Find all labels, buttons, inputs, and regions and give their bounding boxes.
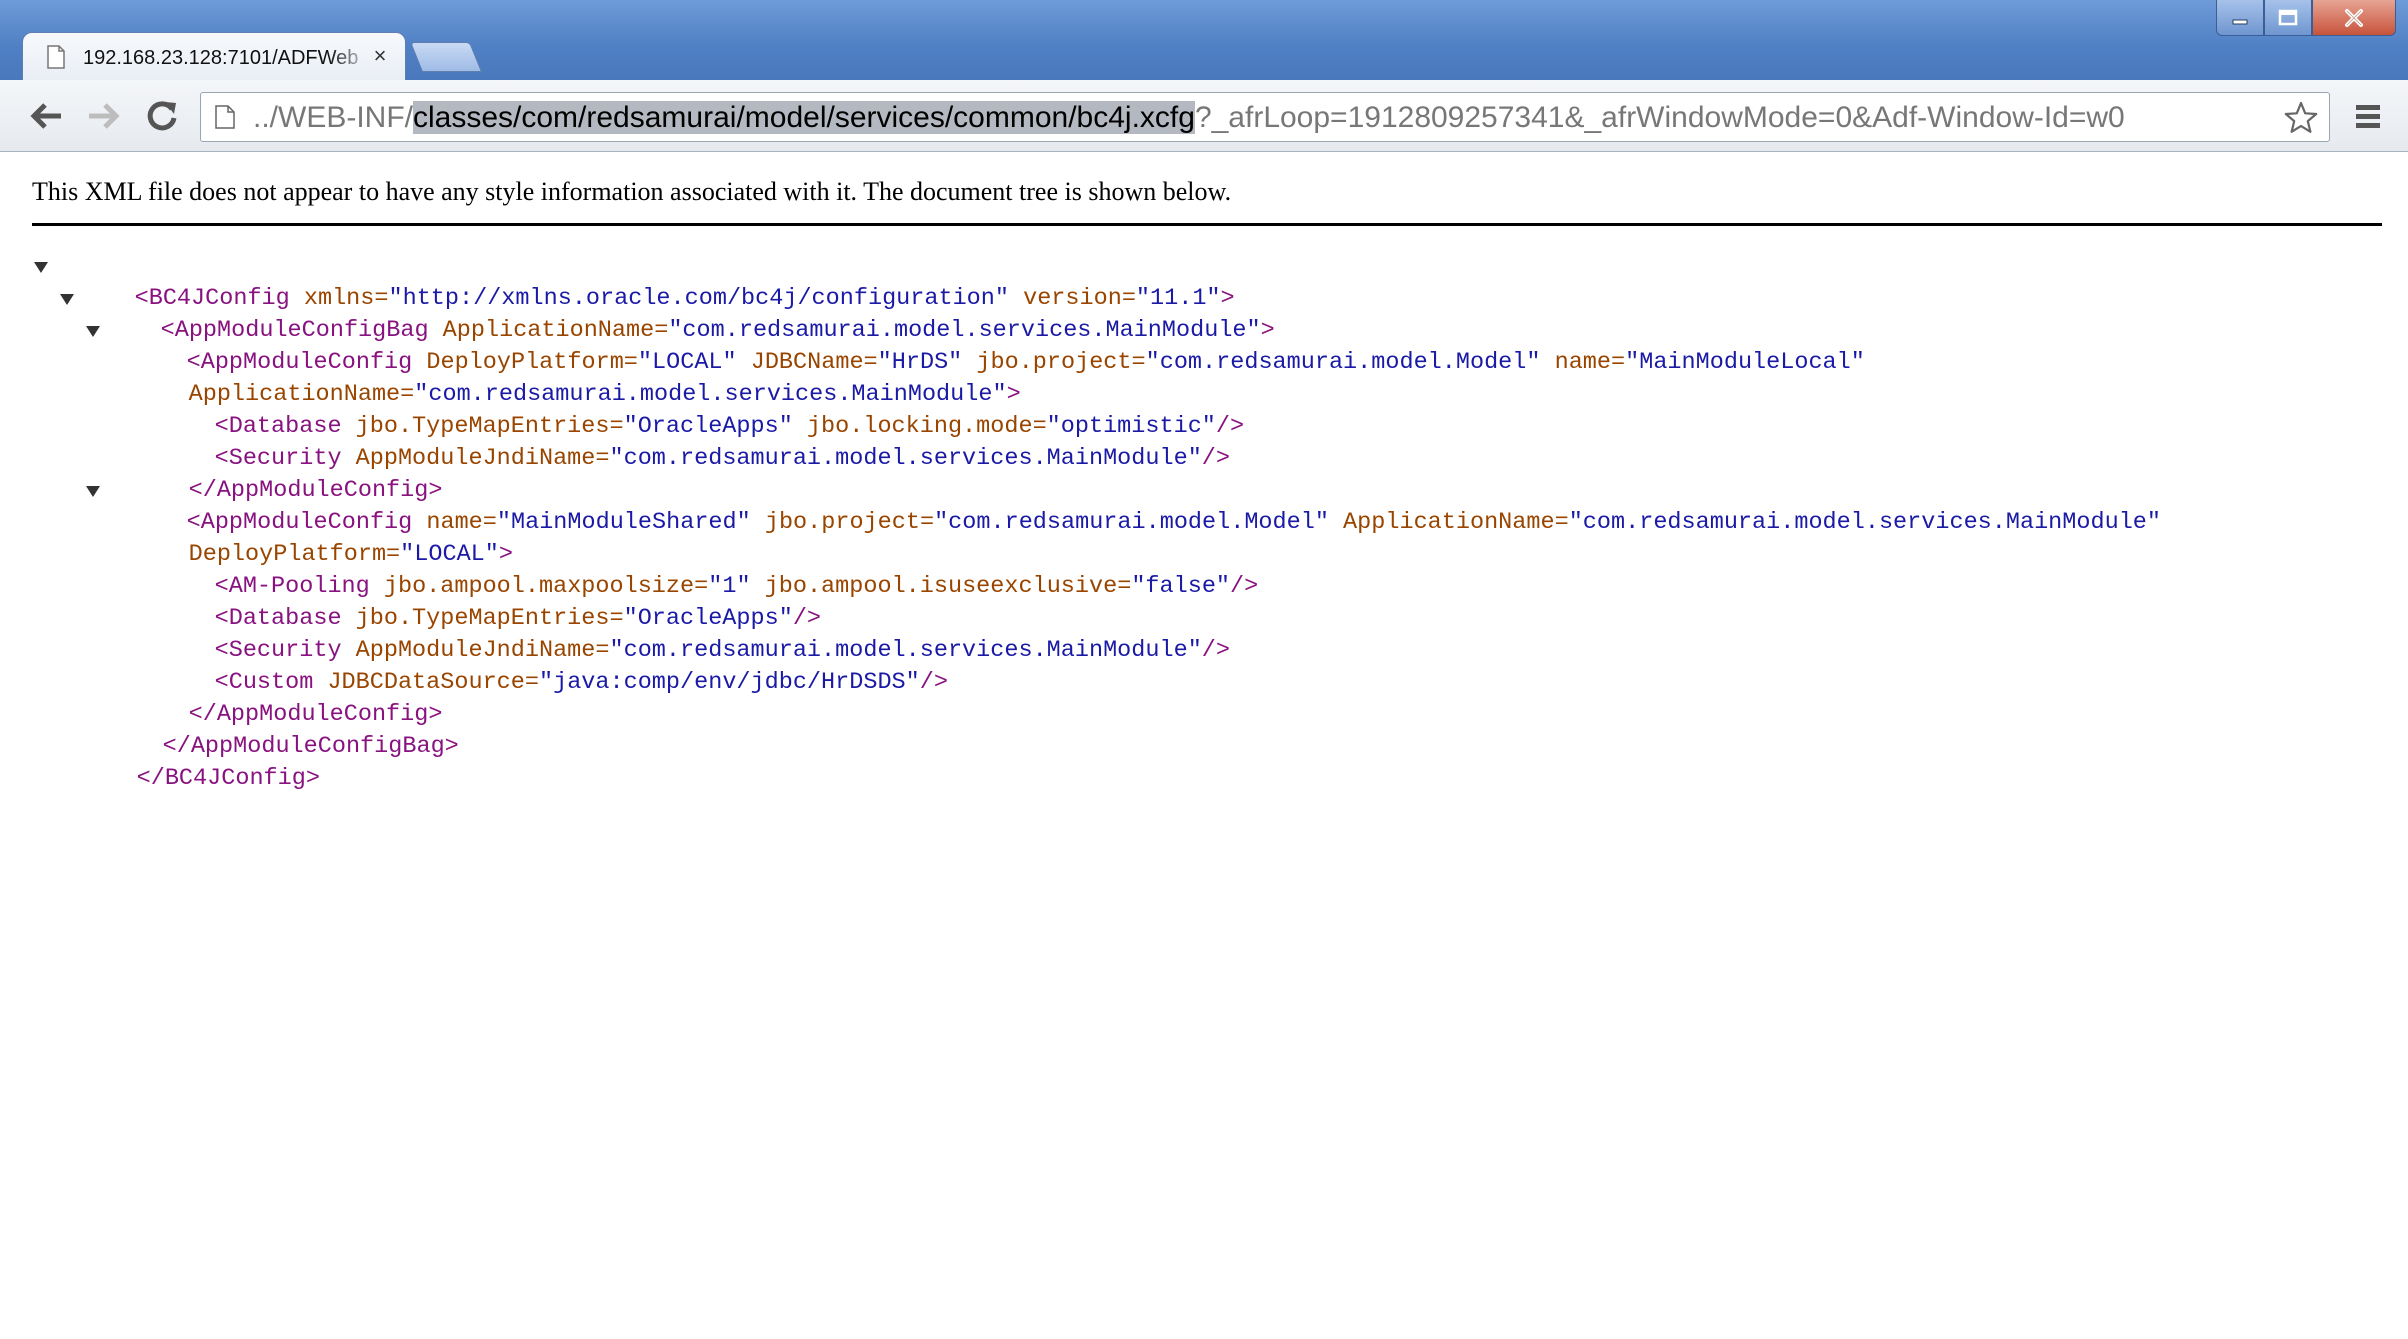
xml-tag: /> (1201, 445, 1231, 472)
collapse-arrow-icon[interactable] (86, 326, 100, 337)
minimize-icon (2232, 19, 2248, 24)
page-content: This XML file does not appear to have an… (0, 153, 2408, 800)
xml-line: <BC4JConfig xmlns="http://xmlns.oracle.c… (34, 251, 1235, 312)
xml-value: "com.redsamurai.model.services.MainModul… (609, 445, 1202, 472)
url-suffix: ?_afrLoop=1912809257341&_afrWindowMode=0… (1194, 101, 2125, 134)
xml-style-notice: This XML file does not appear to have an… (32, 177, 1232, 206)
collapse-arrow-icon[interactable] (86, 486, 100, 497)
xml-attr: jbo.project= (750, 509, 935, 536)
xml-line: <AppModuleConfigBag ApplicationName="com… (60, 283, 1275, 344)
xml-line: <Security AppModuleJndiName="com.redsamu… (130, 603, 1230, 664)
xml-value: "com.redsamurai.model.Model" (1145, 349, 1541, 376)
close-window-button[interactable] (2312, 0, 2396, 36)
xml-line: <Security AppModuleJndiName="com.redsamu… (130, 411, 1230, 472)
page-icon (47, 45, 65, 69)
xml-tree: <BC4JConfig xmlns="http://xmlns.oracle.c… (0, 251, 2408, 1339)
tab-close-icon[interactable]: × (367, 43, 393, 69)
xml-line: <Database jbo.TypeMapEntries="OracleApps… (130, 379, 1245, 440)
url-text[interactable]: ../WEB-INF/classes/com/redsamurai/model/… (253, 101, 2253, 135)
xml-line: DeployPlatform="LOCAL"> (104, 507, 513, 568)
xml-value: "false" (1131, 573, 1231, 600)
xml-attr: name= (1540, 349, 1626, 376)
maximize-icon (2278, 9, 2298, 25)
browser-tab[interactable]: 192.168.23.128:7101/ADFWeb × (22, 32, 406, 82)
minimize-button[interactable] (2216, 0, 2264, 36)
url-prefix: ../WEB-INF/ (253, 101, 413, 134)
reload-icon (147, 101, 177, 131)
collapse-arrow-icon[interactable] (34, 262, 48, 273)
xml-value: "MainModuleLocal" (1625, 349, 1865, 376)
xml-line: </AppModuleConfig> (104, 667, 443, 728)
xml-line: <Database jbo.TypeMapEntries="OracleApps… (130, 571, 821, 632)
notice-divider (32, 223, 2382, 226)
xml-value: "com.redsamurai.model.services.MainModul… (1568, 509, 2161, 536)
forward-button[interactable] (82, 94, 126, 138)
xml-line: <AM-Pooling jbo.ampool.maxpoolsize="1" j… (130, 539, 1259, 600)
address-bar[interactable]: ../WEB-INF/classes/com/redsamurai/model/… (200, 92, 2330, 142)
close-icon (2345, 8, 2363, 27)
menu-icon[interactable] (2348, 100, 2388, 134)
tab-title: 192.168.23.128:7101/ADFWeb (83, 47, 359, 69)
page-icon (215, 105, 235, 129)
back-arrow-icon (30, 103, 61, 129)
xml-line: </BC4JConfig> (52, 731, 320, 792)
url-selected-text: classes/com/redsamurai/model/services/co… (413, 101, 1195, 134)
xml-value: "java:comp/env/jdbc/HrDSDS" (538, 669, 920, 696)
xml-line: </AppModuleConfig> (104, 443, 443, 504)
xml-line: <AppModuleConfig DeployPlatform="LOCAL" … (86, 315, 1865, 376)
xml-value: "com.redsamurai.model.Model" (934, 509, 1329, 536)
forward-arrow-icon (89, 103, 120, 129)
window-titlebar[interactable]: 192.168.23.128:7101/ADFWeb × (0, 0, 2408, 82)
xml-line: ApplicationName="com.redsamurai.model.se… (104, 347, 1021, 408)
xml-tag: /> (1230, 573, 1259, 600)
xml-line: <AppModuleConfig name="MainModuleShared"… (86, 475, 2161, 536)
maximize-button[interactable] (2264, 0, 2312, 36)
reload-button[interactable] (140, 94, 184, 138)
browser-toolbar: ../WEB-INF/classes/com/redsamurai/model/… (0, 80, 2408, 152)
star-icon[interactable] (2283, 100, 2319, 136)
xml-tag: /> (919, 669, 948, 696)
collapse-arrow-icon[interactable] (60, 294, 74, 305)
xml-line: </AppModuleConfigBag> (78, 699, 459, 760)
xml-value: "MainModuleShared" (496, 509, 751, 536)
xml-tag: </BC4JConfig> (136, 765, 320, 792)
xml-line: <Custom JDBCDataSource="java:comp/env/jd… (130, 635, 948, 696)
xml-tag: /> (1201, 637, 1231, 664)
xml-attr: ApplicationName= (1328, 509, 1569, 536)
back-button[interactable] (24, 94, 68, 138)
new-tab-button[interactable] (409, 42, 483, 72)
